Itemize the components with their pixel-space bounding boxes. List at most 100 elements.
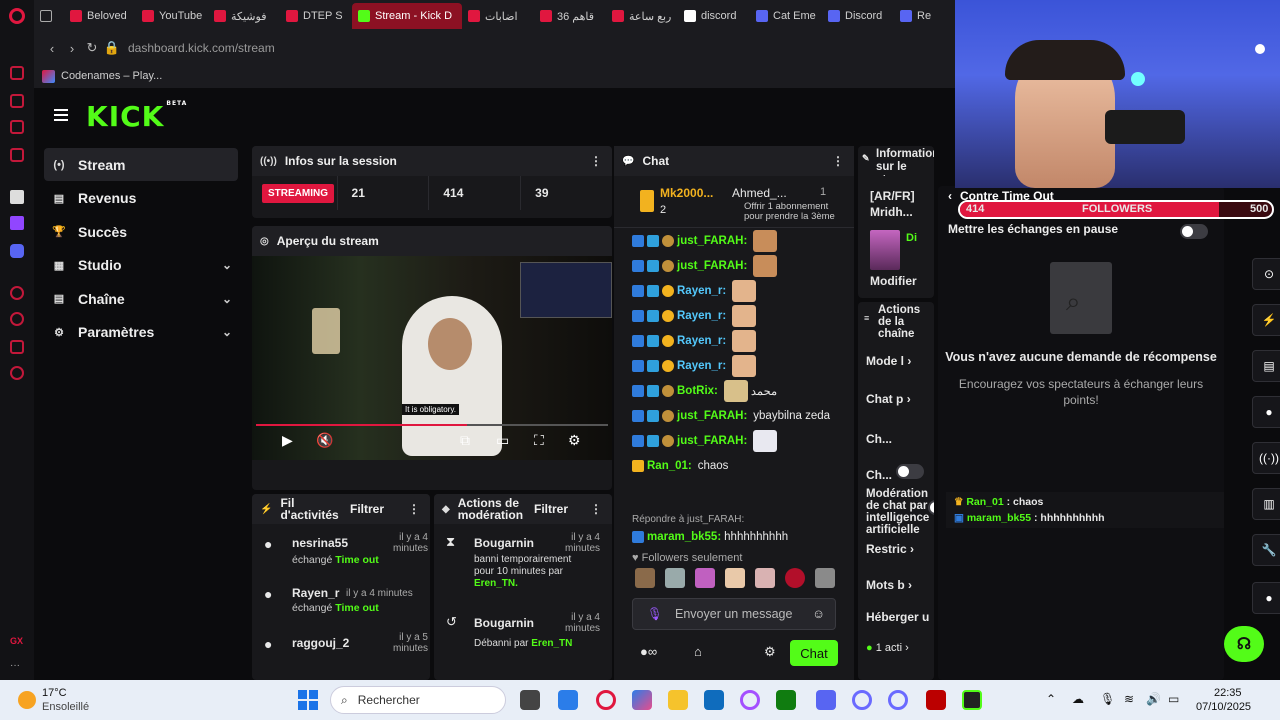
- pip-icon[interactable]: ⧉: [460, 432, 470, 449]
- stream-video[interactable]: It is obligatory. ▶ 🔇 ⧉ ▭ ⛶ ⚙: [252, 256, 612, 460]
- chat-message-input[interactable]: 🎙 Envoyer un message ☺: [632, 598, 836, 630]
- emote-icon[interactable]: [635, 568, 655, 588]
- kebab-menu-icon[interactable]: ⋮: [590, 502, 602, 516]
- menu-icon[interactable]: [54, 109, 68, 121]
- chat-username[interactable]: maram_bk55:: [647, 531, 721, 543]
- kick-points-icon[interactable]: ●∞: [640, 644, 657, 659]
- sidebar-item-parametres[interactable]: ⚙ Paramètres ⌄: [44, 316, 238, 349]
- moderation-user[interactable]: Bougarnin: [474, 536, 534, 550]
- history-icon[interactable]: [10, 286, 24, 300]
- speed-dial-icon[interactable]: [10, 66, 24, 80]
- discord-icon[interactable]: [10, 244, 24, 258]
- moderation-user[interactable]: Bougarnin: [474, 616, 534, 630]
- volume-icon[interactable]: 🔊: [1146, 692, 1161, 706]
- reload-icon[interactable]: ↻: [82, 40, 102, 56]
- sidebar-item-chaine[interactable]: ▤ Chaîne ⌄: [44, 282, 238, 315]
- crypto-icon[interactable]: [10, 120, 24, 134]
- browser-tab[interactable]: YouTube: [136, 3, 208, 29]
- microphone-icon[interactable]: 🎙: [1100, 692, 1115, 706]
- chat-settings-icon[interactable]: ⚙: [764, 644, 776, 660]
- toggle-switch[interactable]: [896, 464, 924, 479]
- url-field[interactable]: dashboard.kick.com/stream: [128, 41, 275, 55]
- broadcast-button[interactable]: ((·)): [1252, 442, 1280, 474]
- twitch-icon[interactable]: [10, 216, 24, 230]
- activity-user[interactable]: nesrina55: [292, 536, 348, 550]
- action-row[interactable]: Mots b ›: [866, 578, 912, 592]
- battery-icon[interactable]: ▭: [1168, 692, 1179, 706]
- task-view-icon[interactable]: [520, 690, 540, 710]
- tools-button[interactable]: 🔧: [1252, 534, 1280, 566]
- music-icon[interactable]: [10, 94, 24, 108]
- filter-button[interactable]: Filtrer: [350, 502, 384, 516]
- browser-tab[interactable]: قاهم 36: [534, 3, 606, 29]
- chat-username[interactable]: Rayen_r:: [677, 285, 726, 297]
- points-button[interactable]: ●: [1252, 582, 1280, 614]
- opera-logo-icon[interactable]: [9, 8, 25, 24]
- browser-tab[interactable]: Discord: [822, 3, 894, 29]
- aria-icon[interactable]: [10, 190, 24, 204]
- xbox-icon[interactable]: [776, 690, 796, 710]
- browser-tab[interactable]: DTEP S: [280, 3, 352, 29]
- kebab-menu-icon[interactable]: ⋮: [408, 502, 420, 516]
- chat-username[interactable]: just_FARAH:: [677, 410, 747, 422]
- browser-tab[interactable]: اضابات: [462, 3, 534, 29]
- chat-button[interactable]: ●: [1252, 396, 1280, 428]
- video-progress[interactable]: [256, 424, 608, 426]
- browser-tab[interactable]: Cat Eme: [750, 3, 822, 29]
- emote-icon[interactable]: [785, 568, 805, 588]
- modify-button[interactable]: Modifier: [870, 274, 917, 288]
- emote-icon[interactable]: [755, 568, 775, 588]
- emote-icon[interactable]: [695, 568, 715, 588]
- chat-username[interactable]: Rayen_r:: [677, 360, 726, 372]
- action-row[interactable]: ● 1 acti ›: [866, 642, 909, 654]
- app-icon[interactable]: [740, 690, 760, 710]
- chat-username[interactable]: just_FARAH:: [677, 260, 747, 272]
- back-arrow-icon[interactable]: ‹: [948, 189, 952, 203]
- kebab-menu-icon[interactable]: ⋮: [832, 154, 844, 168]
- sidebar-item-studio[interactable]: ▦ Studio ⌄: [44, 249, 238, 282]
- chat-username[interactable]: Rayen_r:: [677, 310, 726, 322]
- chat-username[interactable]: just_FARAH:: [677, 235, 747, 247]
- browser-tab[interactable]: فوشيكة: [208, 3, 280, 29]
- browser-tab[interactable]: ربع ساعة: [606, 3, 678, 29]
- browser-tab[interactable]: Beloved: [64, 3, 136, 29]
- settings-gear-icon[interactable]: ⚙: [568, 432, 581, 449]
- store-icon[interactable]: [704, 690, 724, 710]
- clock-date[interactable]: 07/10/2025: [1196, 701, 1251, 713]
- clock-time[interactable]: 22:35: [1214, 687, 1242, 699]
- pause-exchanges-toggle[interactable]: [1180, 224, 1208, 239]
- browser-tab[interactable]: discord: [678, 3, 750, 29]
- store-icon[interactable]: ⌂: [694, 644, 702, 659]
- copilot-icon[interactable]: [632, 690, 652, 710]
- kick-app-icon[interactable]: [962, 690, 982, 710]
- sidebar-item-revenus[interactable]: ▤ Revenus: [44, 182, 238, 215]
- activity-user[interactable]: Rayen_r: [292, 586, 339, 600]
- action-row[interactable]: Héberger u: [866, 610, 929, 624]
- chat-username[interactable]: Rayen_r:: [677, 335, 726, 347]
- moderator-name[interactable]: Eren_TN.: [474, 578, 518, 589]
- kick-logo[interactable]: KICK BETA: [86, 100, 187, 133]
- back-icon[interactable]: ‹: [42, 41, 62, 56]
- player-icon[interactable]: [10, 148, 24, 162]
- fullscreen-icon[interactable]: ⛶: [534, 432, 544, 449]
- send-chat-button[interactable]: Chat: [790, 640, 838, 666]
- moderator-name[interactable]: Eren_TN: [531, 638, 572, 649]
- photos-icon[interactable]: [558, 690, 578, 710]
- browser-tab-active[interactable]: Stream - Kick D: [352, 3, 462, 29]
- opera-gx-icon[interactable]: [852, 690, 872, 710]
- kebab-menu-icon[interactable]: ⋮: [590, 154, 602, 168]
- action-row[interactable]: Restric ›: [866, 542, 914, 556]
- chat-username[interactable]: Ran_01:: [647, 460, 692, 472]
- action-row[interactable]: Mode l ›: [866, 354, 911, 368]
- cloud-icon[interactable]: ☁: [1072, 692, 1084, 706]
- notes-button[interactable]: ▤: [1252, 350, 1280, 382]
- gift-user[interactable]: Ahmed_...: [732, 186, 787, 200]
- microphone-icon[interactable]: 🎙: [647, 607, 663, 622]
- chat-username[interactable]: just_FARAH:: [677, 435, 747, 447]
- explorer-icon[interactable]: [668, 690, 688, 710]
- emote-icon[interactable]: [815, 568, 835, 588]
- category-thumbnail[interactable]: [870, 230, 900, 270]
- opera-taskbar-icon[interactable]: [596, 690, 616, 710]
- extensions-icon[interactable]: [10, 340, 24, 354]
- support-button[interactable]: ☊: [1224, 626, 1264, 662]
